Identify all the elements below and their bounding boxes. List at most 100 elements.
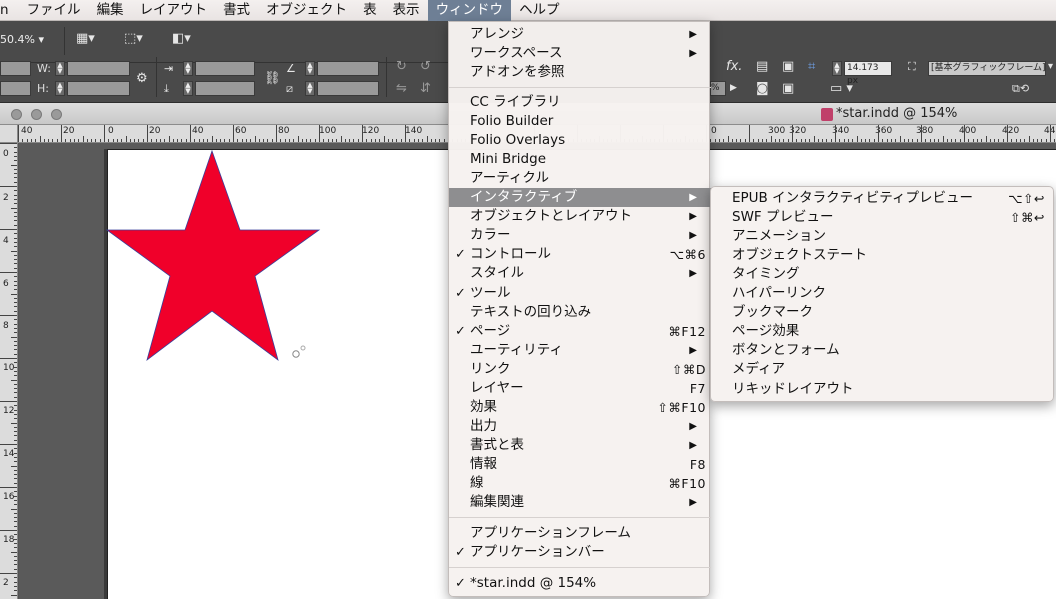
percent-field[interactable]: % (710, 81, 726, 96)
rotate-ccw-icon[interactable]: ↺ (420, 59, 431, 74)
star-shape[interactable] (100, 148, 340, 388)
interactive-submenu-item[interactable]: アニメーション (711, 227, 1055, 246)
window-menu-item[interactable]: スタイル ▶ (449, 264, 711, 283)
interactive-submenu-item[interactable]: タイミング (711, 265, 1055, 284)
interactive-submenu-item[interactable]: ブックマーク (711, 303, 1055, 322)
minimize-window-button[interactable] (31, 109, 42, 120)
window-menu-item[interactable]: アーティクル (449, 169, 711, 188)
window-menu-item[interactable]: ✓ *star.indd @ 154% (449, 574, 711, 593)
interactive-submenu-item[interactable]: ボタンとフォーム (711, 341, 1055, 360)
fill-frame-icon[interactable]: ▣ (782, 81, 794, 96)
object-style-select[interactable]: [基本グラフィックフレーム] (928, 61, 1046, 76)
link-icon[interactable]: ⛓ (264, 71, 281, 86)
scale-y-stepper[interactable]: ▲ ▼ (183, 81, 193, 96)
window-menu-item[interactable]: ✓ アプリケーションバー (449, 543, 711, 562)
y-field[interactable] (0, 81, 31, 96)
menu-view[interactable]: 表示 (385, 0, 428, 21)
window-menu-item[interactable]: 効果 ⇧⌘F10 (449, 398, 711, 417)
w-stepper[interactable]: ▲ ▼ (55, 61, 65, 76)
menu-layout[interactable]: レイアウト (132, 0, 216, 21)
stroke-weight-stepper[interactable]: ▲ ▼ (832, 61, 842, 76)
height-field[interactable] (67, 81, 130, 96)
shortcut-label: ⌘F10 (668, 476, 706, 491)
scale-x-field[interactable] (195, 61, 255, 76)
shear-stepper[interactable]: ▲ ▼ (305, 81, 315, 96)
window-menu-item[interactable]: ✓ コントロール ⌥⌘6 (449, 245, 711, 264)
vertical-ruler[interactable]: 0 2 4 6 8 10 12 14 16 18 2 (0, 143, 18, 599)
stroke-type-select[interactable]: ▭ ▾ (830, 81, 853, 96)
menu-table[interactable]: 表 (355, 0, 385, 21)
window-menu-item[interactable]: オブジェクトとレイアウト ▶ (449, 207, 711, 226)
window-menu-item[interactable]: インタラクティブ ▶ (449, 188, 711, 207)
interactive-submenu-item[interactable]: リキッドレイアウト (711, 380, 1055, 399)
view-panel-icon[interactable]: ⧉⟲ (1012, 81, 1029, 96)
rotate-cw-icon[interactable]: ↻ (396, 59, 407, 74)
window-menu-item[interactable]: リンク ⇧⌘D (449, 360, 711, 379)
play-icon[interactable]: ▶ (730, 81, 737, 96)
menu-type[interactable]: 書式 (215, 0, 258, 21)
window-menu-item[interactable]: Folio Overlays (449, 131, 711, 150)
menu-file[interactable]: ファイル (19, 0, 89, 21)
window-menu-item[interactable]: カラー ▶ (449, 226, 711, 245)
menu-help[interactable]: ヘルプ (511, 0, 568, 21)
rotate-field[interactable] (317, 61, 379, 76)
interactive-submenu-item[interactable]: ハイパーリンク (711, 284, 1055, 303)
window-menu-item[interactable]: 書式と表 ▶ (449, 436, 711, 455)
screen-mode-icon[interactable]: ▦▾ (76, 31, 95, 46)
ruler-origin[interactable] (0, 125, 18, 143)
ruler-label: 380 (916, 126, 934, 136)
frame-fitting-icon[interactable]: ⌗ (808, 59, 815, 74)
window-menu-item[interactable]: ユーティリティ ▶ (449, 341, 711, 360)
window-menu-item[interactable]: ✓ ページ ⌘F12 (449, 322, 711, 341)
zoom-level[interactable]: 50.4% ▾ (0, 33, 44, 46)
h-stepper[interactable]: ▲ ▼ (55, 81, 65, 96)
shortcut-label: ⇧⌘D (671, 362, 706, 377)
flip-vertical-icon[interactable]: ⇵ (420, 81, 431, 96)
arrange-documents-icon[interactable]: ◧▾ (172, 31, 191, 46)
menu-separator (449, 87, 711, 88)
window-menu-item[interactable]: 線 ⌘F10 (449, 474, 711, 493)
menu-app[interactable]: n (0, 0, 19, 21)
fx-icon[interactable]: fx. (726, 59, 742, 74)
window-menu-item[interactable]: 情報 F8 (449, 455, 711, 474)
center-content-icon[interactable]: ◙ (756, 81, 769, 96)
scale-x-stepper[interactable]: ▲ ▼ (183, 61, 193, 76)
window-menu-item[interactable]: Folio Builder (449, 112, 711, 131)
chevron-down-icon[interactable]: ▾ (1048, 59, 1053, 74)
flip-horizontal-icon[interactable]: ⇋ (396, 81, 407, 96)
align-text-icon[interactable]: ▤ (756, 59, 768, 74)
window-menu-item[interactable]: レイヤー F7 (449, 379, 711, 398)
window-menu-item[interactable]: 編集関連 ▶ (449, 493, 711, 512)
ruler-tick (11, 336, 17, 338)
interactive-submenu-item[interactable]: EPUB インタラクティビティプレビュー ⌥⇧↩ (711, 189, 1055, 208)
window-menu-item[interactable]: アプリケーションフレーム (449, 524, 711, 543)
view-options-icon[interactable]: ⬚▾ (124, 31, 143, 46)
fitting-icon[interactable]: ▣ (782, 59, 794, 74)
rotate-stepper[interactable]: ▲ ▼ (305, 61, 315, 76)
interactive-submenu-item-label: ハイパーリンク (732, 285, 826, 301)
constrain-proportions-icon[interactable]: ⚙ (136, 71, 148, 86)
interactive-submenu-item[interactable]: オブジェクトステート (711, 246, 1055, 265)
window-menu-item[interactable]: アドオンを参照 (449, 63, 711, 82)
window-menu-item[interactable]: ✓ ツール (449, 284, 711, 303)
shear-field[interactable] (317, 81, 379, 96)
width-field[interactable] (67, 61, 130, 76)
window-menu-item[interactable]: CC ライブラリ (449, 93, 711, 112)
stroke-weight-field[interactable]: 14.173 px (844, 61, 892, 86)
interactive-submenu-item[interactable]: ページ効果 (711, 322, 1055, 341)
window-menu-item[interactable]: 出力 ▶ (449, 417, 711, 436)
menu-object[interactable]: オブジェクト (258, 0, 355, 21)
star-polygon[interactable] (105, 149, 321, 362)
window-menu-item[interactable]: アレンジ ▶ (449, 25, 711, 44)
menu-window[interactable]: ウィンドウ (427, 0, 512, 21)
window-menu-item[interactable]: テキストの回り込み (449, 303, 711, 322)
window-menu-item[interactable]: ワークスペース ▶ (449, 44, 711, 63)
menu-edit[interactable]: 編集 (89, 0, 132, 21)
interactive-submenu-item[interactable]: SWF プレビュー ⇧⌘↩ (711, 208, 1055, 227)
scale-y-field[interactable] (195, 81, 255, 96)
x-field[interactable] (0, 61, 31, 76)
close-window-button[interactable] (11, 109, 22, 120)
zoom-window-button[interactable] (51, 109, 62, 120)
window-menu-item[interactable]: Mini Bridge (449, 150, 711, 169)
interactive-submenu-item[interactable]: メディア (711, 360, 1055, 379)
